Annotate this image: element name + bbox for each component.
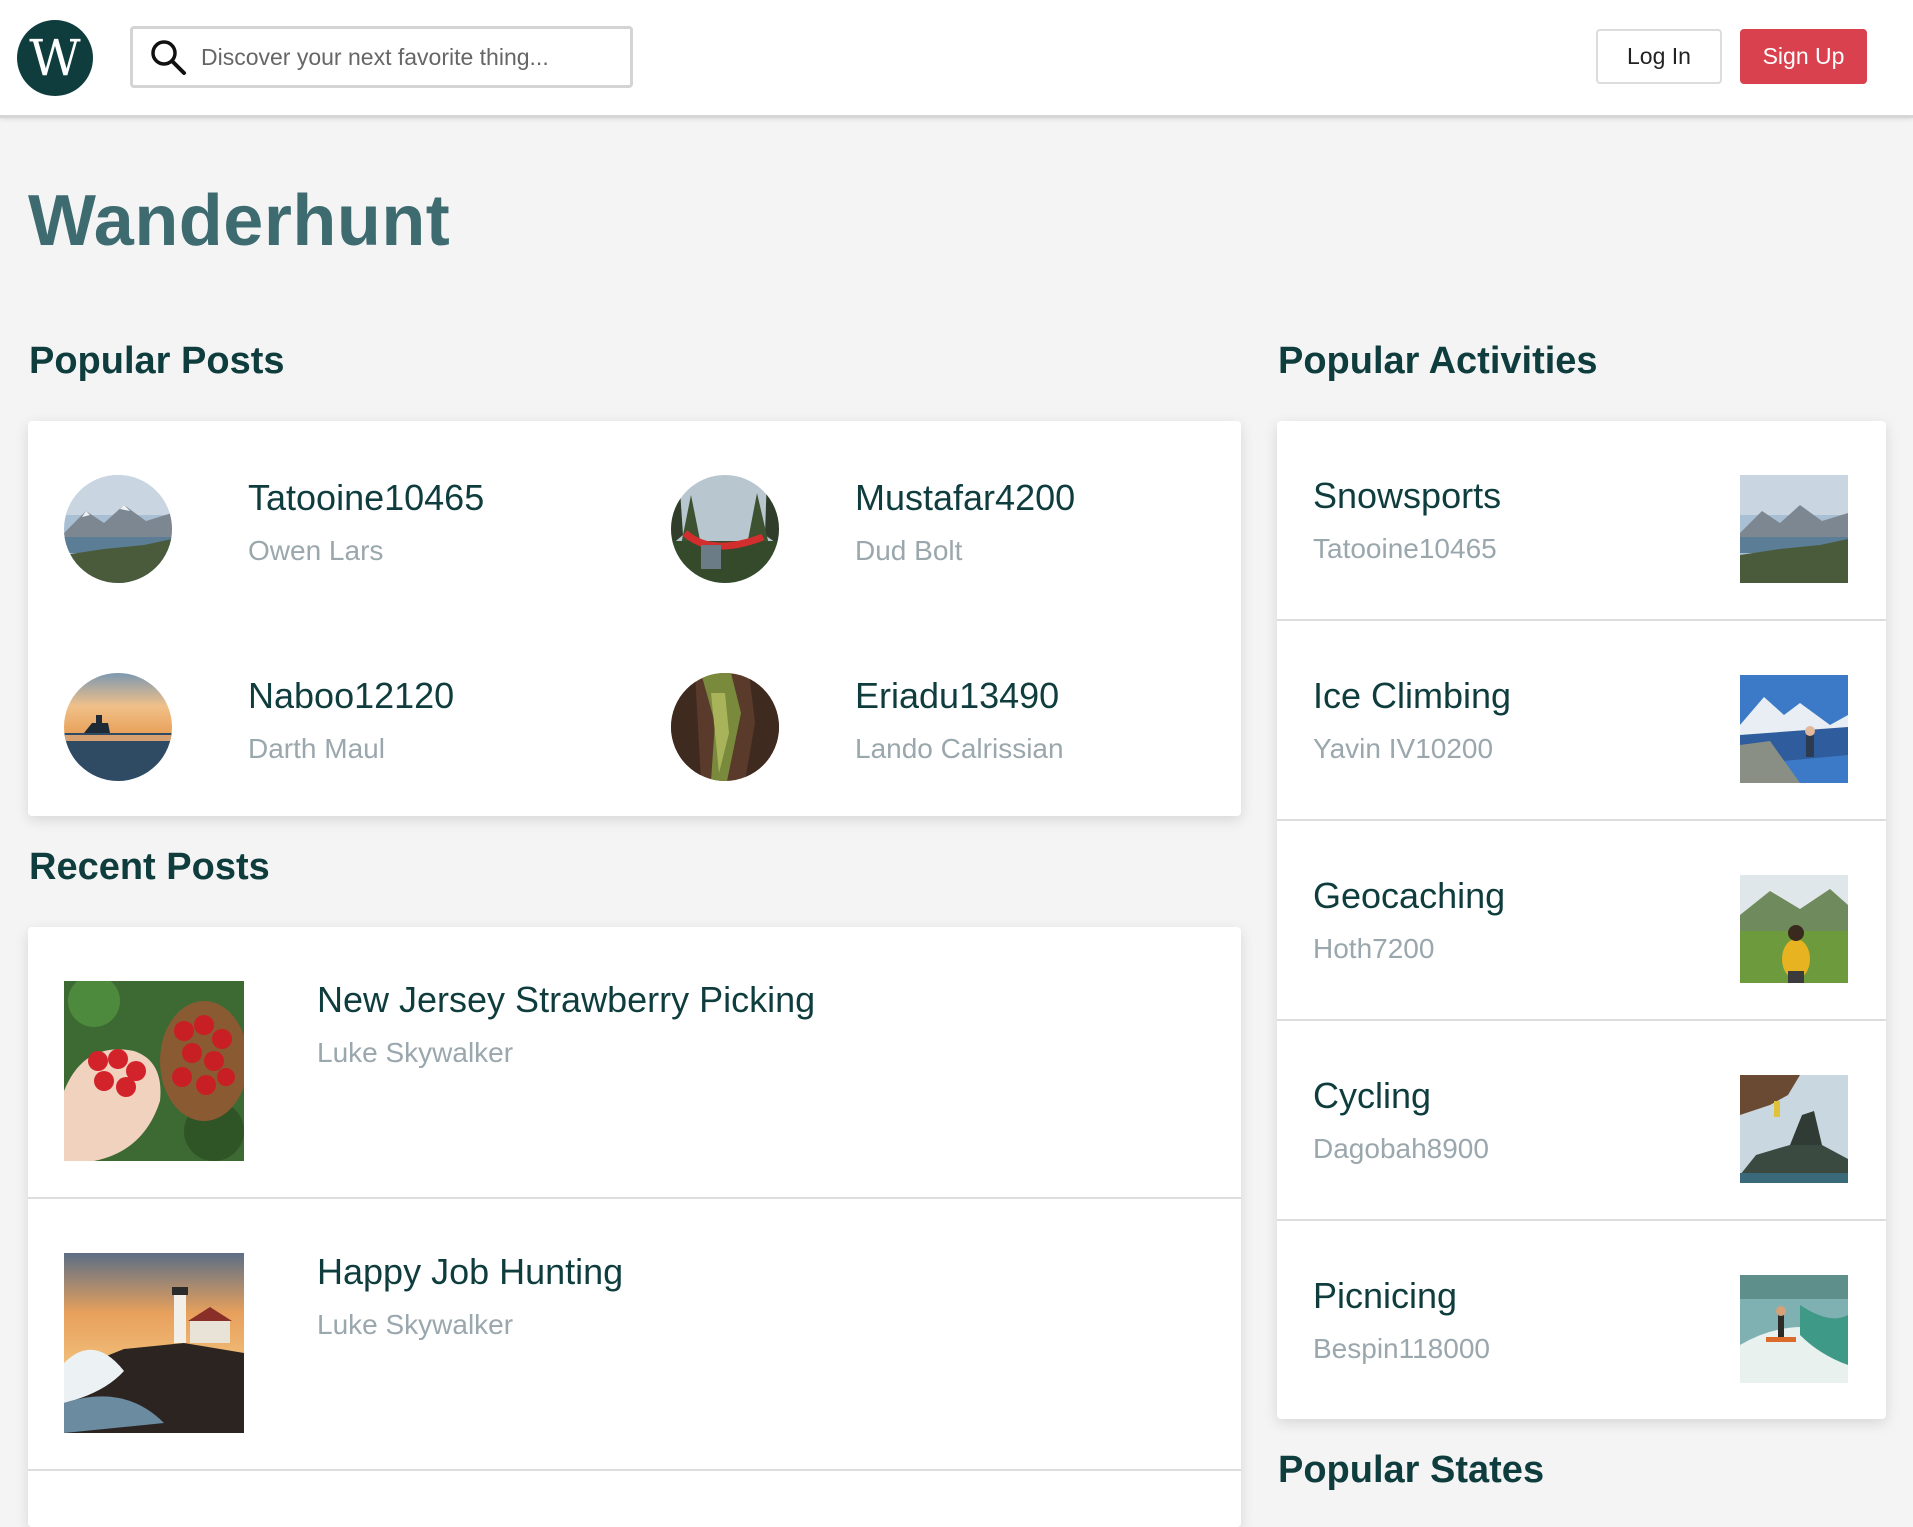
popular-post-item[interactable]: Naboo12120 Darth Maul [64, 673, 624, 803]
recent-post-row[interactable]: New Jersey Strawberry Picking Luke Skywa… [28, 927, 1241, 1199]
popular-states-heading: Popular States [1278, 1449, 1545, 1491]
activity-row[interactable]: Ice Climbing Yavin IV10200 [1277, 621, 1886, 821]
activity-title[interactable]: Ice Climbing [1313, 675, 1511, 717]
mountain-lake-photo [64, 475, 172, 583]
signup-button[interactable]: Sign Up [1740, 29, 1867, 84]
wanderhunt-logo[interactable]: W [17, 20, 93, 96]
activity-author: Hoth7200 [1313, 933, 1435, 964]
activity-row[interactable]: Picnicing Bespin118000 [1277, 1221, 1886, 1421]
recent-posts-heading: Recent Posts [29, 846, 270, 888]
search-icon [151, 40, 186, 75]
post-author: Luke Skywalker [317, 1309, 514, 1340]
popular-post-item[interactable]: Tatooine10465 Owen Lars [64, 475, 624, 605]
activity-title[interactable]: Cycling [1313, 1075, 1431, 1117]
activity-title[interactable]: Geocaching [1313, 875, 1505, 917]
activity-row[interactable]: Geocaching Hoth7200 [1277, 821, 1886, 1021]
post-title[interactable]: Eriadu13490 [855, 675, 1059, 717]
activity-author: Yavin IV10200 [1313, 733, 1494, 764]
post-author: Lando Calrissian [855, 733, 1064, 764]
popular-activities-card: Snowsports Tatooine10465 Ice Climbing Ya… [1277, 421, 1886, 1419]
post-author: Dud Bolt [855, 535, 963, 566]
search-box[interactable] [130, 26, 633, 88]
activity-author: Tatooine10465 [1313, 533, 1497, 564]
post-title[interactable]: Mustafar4200 [855, 477, 1075, 519]
hammock-forest-photo [671, 475, 779, 583]
post-title[interactable]: Happy Job Hunting [317, 1251, 623, 1293]
post-author: Luke Skywalker [317, 1037, 514, 1068]
post-title[interactable]: New Jersey Strawberry Picking [317, 979, 815, 1021]
popular-posts-card: Tatooine10465 Owen Lars Mustafar4200 Dud… [28, 421, 1241, 816]
activity-row[interactable]: Cycling Dagobah8900 [1277, 1021, 1886, 1221]
mountain-lake-photo [1740, 475, 1848, 583]
cliff-climber-photo [1740, 1075, 1848, 1183]
activity-row[interactable]: Snowsports Tatooine10465 [1277, 421, 1886, 621]
recent-post-row[interactable]: Happy Job Hunting Luke Skywalker [28, 1199, 1241, 1471]
recent-posts-card: New Jersey Strawberry Picking Luke Skywa… [28, 927, 1241, 1527]
search-input[interactable] [201, 43, 621, 71]
popular-posts-heading: Popular Posts [29, 340, 285, 382]
wakesurfer-photo [1740, 1275, 1848, 1383]
top-navbar: W Log In Sign Up [0, 0, 1913, 118]
activity-author: Dagobah8900 [1313, 1133, 1489, 1164]
hiker-mountain-photo [1740, 675, 1848, 783]
page-title: Wanderhunt [28, 181, 451, 261]
lighthouse-waves-photo [64, 1253, 244, 1433]
activity-author: Bespin118000 [1313, 1333, 1490, 1364]
popular-post-item[interactable]: Eriadu13490 Lando Calrissian [671, 673, 1231, 803]
activity-title[interactable]: Picnicing [1313, 1275, 1457, 1317]
strawberries-photo [64, 981, 244, 1161]
login-button[interactable]: Log In [1596, 29, 1722, 84]
post-title[interactable]: Naboo12120 [248, 675, 454, 717]
sunset-boat-photo [64, 673, 172, 781]
mossy-canyon-photo [671, 673, 779, 781]
popular-post-item[interactable]: Mustafar4200 Dud Bolt [671, 475, 1231, 605]
logo-letter: W [29, 29, 81, 87]
activity-title[interactable]: Snowsports [1313, 475, 1501, 517]
popular-activities-heading: Popular Activities [1278, 340, 1598, 382]
backpacker-valley-photo [1740, 875, 1848, 983]
post-author: Owen Lars [248, 535, 384, 566]
post-author: Darth Maul [248, 733, 385, 764]
post-title[interactable]: Tatooine10465 [248, 477, 484, 519]
